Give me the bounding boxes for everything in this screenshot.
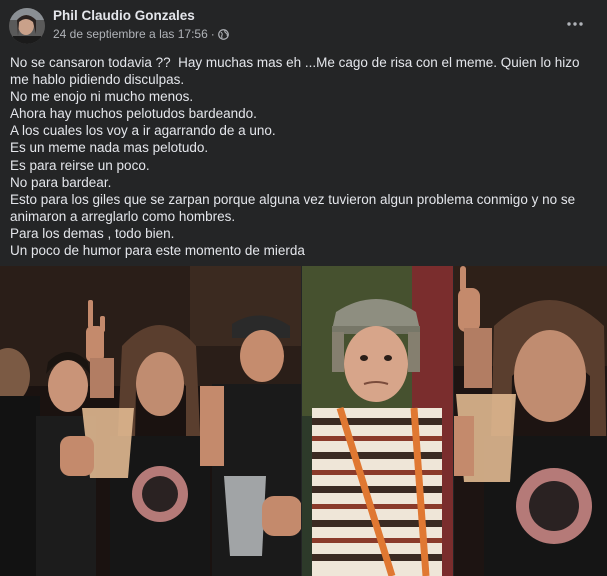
more-options-icon[interactable]: [563, 14, 587, 34]
post-timestamp[interactable]: 24 de septiembre a las 17:56: [53, 27, 208, 41]
author-avatar[interactable]: [9, 8, 45, 44]
closeup-photo-panel: [454, 266, 607, 576]
post-text: No se cansaron todavia ?? Hay muchas mas…: [10, 54, 600, 259]
post-line: Ahora hay muchos pelotudos bardeando.: [10, 106, 257, 122]
post-line: A los cuales los voy a ir agarrando de a…: [10, 123, 276, 139]
character-photo-panel: [302, 266, 453, 576]
post-line: Esto para los giles que se zarpan porque…: [10, 191, 579, 224]
author-name[interactable]: Phil Claudio Gonzales: [53, 8, 195, 23]
meta-separator: ·: [210, 27, 215, 41]
post-photo[interactable]: [0, 266, 607, 576]
post-line: Para los demas , todo bien.: [10, 225, 175, 241]
post-meta: 24 de septiembre a las 17:56 ·: [53, 27, 229, 41]
post-line: No me enojo ni mucho menos.: [10, 89, 194, 105]
post-line: No se cansaron todavia ?? Hay muchas mas…: [10, 55, 584, 88]
post-header: Phil Claudio Gonzales 24 de septiembre a…: [0, 0, 607, 50]
post-line: Es un meme nada mas pelotudo.: [10, 140, 209, 156]
post-line: Es para reirse un poco.: [10, 157, 150, 173]
post-line: No para bardear.: [10, 174, 112, 190]
globe-icon[interactable]: [217, 28, 229, 40]
post-line: Un poco de humor para este momento de mi…: [10, 243, 305, 259]
facebook-post: Phil Claudio Gonzales 24 de septiembre a…: [0, 0, 607, 576]
group-photo-panel: [0, 266, 301, 576]
